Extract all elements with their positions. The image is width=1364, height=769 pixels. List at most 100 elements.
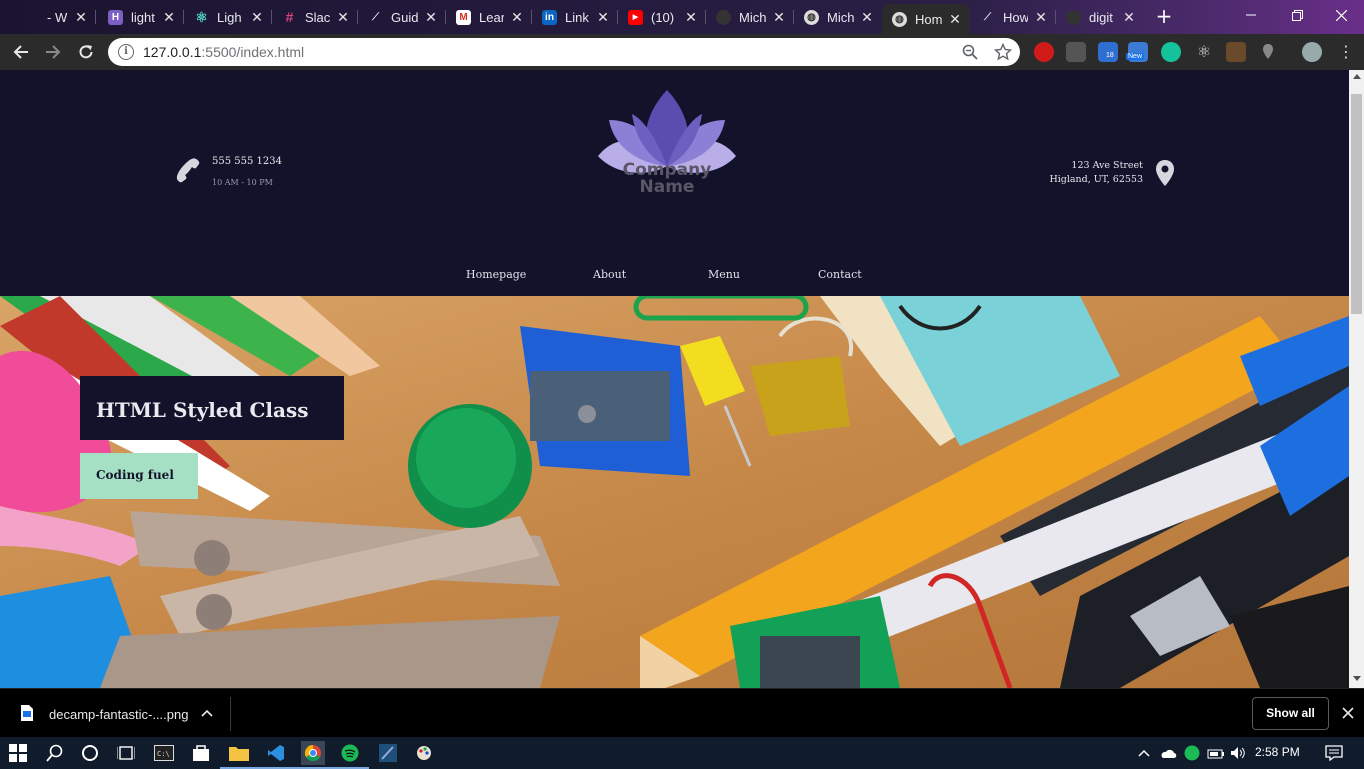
new-tab-button[interactable]: + [1152, 6, 1176, 28]
browser-tab[interactable]: Mich ✕ [706, 4, 794, 30]
zoom-icon[interactable] [962, 44, 978, 60]
close-icon[interactable]: ✕ [596, 9, 610, 26]
browser-tab[interactable]: digit ✕ [1056, 4, 1144, 30]
minimize-button[interactable] [1228, 0, 1274, 30]
scrollbar-thumb[interactable] [1351, 94, 1362, 314]
arrow-right-icon [46, 45, 61, 59]
browser-tab[interactable]: # Slack✕ [272, 4, 358, 30]
extension-icon[interactable] [1066, 42, 1086, 62]
download-bar: decamp-fantastic-....png Show all [0, 688, 1364, 737]
nav-link-menu[interactable]: Menu [708, 268, 740, 281]
back-button[interactable] [8, 39, 34, 65]
show-all-button[interactable]: Show all [1252, 697, 1329, 730]
address-bar[interactable]: i 127.0.0.1:5500/index.html [108, 38, 1020, 66]
logo-text: Name [639, 177, 695, 197]
task-view-button[interactable] [114, 741, 138, 765]
avatar[interactable] [1302, 42, 1322, 62]
nav-link-about[interactable]: About [593, 268, 626, 281]
url-text[interactable]: 127.0.0.1:5500/index.html [143, 44, 304, 60]
spotify-app[interactable] [331, 741, 369, 769]
info-icon[interactable]: i [118, 44, 134, 60]
hero-title: HTML Styled Class [80, 376, 344, 440]
store-app[interactable] [189, 741, 213, 765]
notification-icon[interactable] [1325, 745, 1343, 761]
paint-app[interactable] [412, 741, 436, 765]
close-window-button[interactable] [1318, 0, 1364, 30]
main-nav: Homepage About Menu Contact [0, 268, 1349, 282]
close-icon[interactable]: ✕ [336, 9, 350, 26]
forward-button[interactable] [40, 39, 66, 65]
scroll-up-arrow[interactable] [1353, 74, 1361, 79]
adblock-icon[interactable] [1034, 42, 1054, 62]
chevron-up-icon[interactable] [1138, 749, 1150, 757]
chrome-app[interactable] [294, 741, 332, 769]
browser-tab-active[interactable]: ◍ Hom ✕ [882, 4, 970, 34]
page-scrollbar[interactable] [1349, 70, 1364, 688]
globe-icon: ◍ [804, 9, 819, 25]
browser-tab[interactable]: ▶ (10) ✕ [618, 4, 706, 30]
file-explorer-app[interactable] [220, 741, 258, 769]
tab-manager-icon[interactable]: 18 [1098, 42, 1118, 62]
browser-tab[interactable]: - Wh✕ [14, 4, 96, 30]
close-icon[interactable]: ✕ [250, 9, 264, 26]
cortana-button[interactable] [78, 741, 102, 765]
reload-icon [79, 45, 93, 59]
onedrive-icon[interactable] [1159, 748, 1177, 759]
vscode-app[interactable] [257, 741, 295, 769]
close-icon[interactable] [1342, 707, 1354, 719]
close-icon[interactable]: ✕ [684, 9, 698, 26]
menu-icon[interactable]: ⋮ [1336, 42, 1356, 62]
logo-text: Company [622, 160, 712, 180]
minimize-icon [1246, 14, 1256, 16]
location-icon[interactable] [1258, 42, 1278, 62]
scroll-down-arrow[interactable] [1353, 676, 1361, 681]
close-icon[interactable]: ✕ [772, 9, 786, 26]
browser-tab[interactable]: ⟋ Guid ✕ [358, 4, 446, 30]
terminal-app[interactable]: C:\ [152, 741, 176, 765]
search-button[interactable] [43, 741, 67, 765]
coding-fuel-button[interactable]: Coding fuel [80, 453, 198, 499]
github-icon [716, 9, 731, 25]
nav-link-contact[interactable]: Contact [818, 268, 862, 281]
browser-tab[interactable]: in Link ✕ [532, 4, 618, 30]
windows-start-button[interactable] [6, 741, 30, 765]
gmail-icon: M [456, 9, 471, 25]
extension-icon[interactable] [1226, 42, 1246, 62]
close-icon[interactable]: ✕ [860, 9, 874, 26]
star-icon[interactable] [994, 43, 1012, 61]
close-icon[interactable]: ✕ [510, 9, 524, 26]
close-icon[interactable]: ✕ [424, 9, 438, 26]
page-viewport: 555 555 1234 10 AM - 10 PM Company Name … [0, 70, 1364, 688]
close-icon[interactable]: ✕ [74, 9, 88, 26]
phone-icon [176, 158, 200, 183]
company-logo[interactable]: Company Name [596, 90, 738, 200]
battery-icon[interactable] [1207, 746, 1225, 760]
clock[interactable]: 2:58 PM [1255, 745, 1300, 759]
chart-icon: ⟋ [372, 11, 379, 23]
reload-button[interactable] [73, 39, 99, 65]
close-icon[interactable]: ✕ [1122, 9, 1136, 26]
browser-tab[interactable]: M Lear ✕ [446, 4, 532, 30]
nav-link-homepage[interactable]: Homepage [466, 268, 526, 281]
browser-tab[interactable]: ⟋ How ✕ [970, 4, 1056, 30]
windows-logo-icon [9, 744, 27, 762]
chrome-icon [304, 744, 321, 762]
github-icon [1066, 9, 1081, 25]
browser-tab[interactable]: H light ✕ [98, 4, 184, 30]
task-view-icon [117, 746, 135, 760]
restore-button[interactable] [1274, 0, 1320, 30]
spotify-icon[interactable] [1184, 745, 1200, 761]
react-devtools-icon[interactable]: ⚛ [1194, 42, 1214, 62]
browser-tab[interactable]: ◍ Mich ✕ [794, 4, 882, 30]
grammarly-icon[interactable] [1161, 42, 1181, 62]
drawing-app[interactable] [376, 741, 400, 765]
volume-icon[interactable] [1230, 746, 1248, 760]
news-icon[interactable]: New [1126, 42, 1148, 62]
chevron-up-icon[interactable] [201, 709, 213, 717]
browser-tab[interactable]: ⚛ Ligh ✕ [184, 4, 272, 30]
close-icon[interactable]: ✕ [1034, 9, 1048, 26]
school-supplies-photo [0, 296, 1349, 688]
close-icon[interactable]: ✕ [162, 9, 176, 26]
close-icon[interactable]: ✕ [948, 11, 962, 28]
download-filename[interactable]: decamp-fantastic-....png [49, 707, 188, 722]
